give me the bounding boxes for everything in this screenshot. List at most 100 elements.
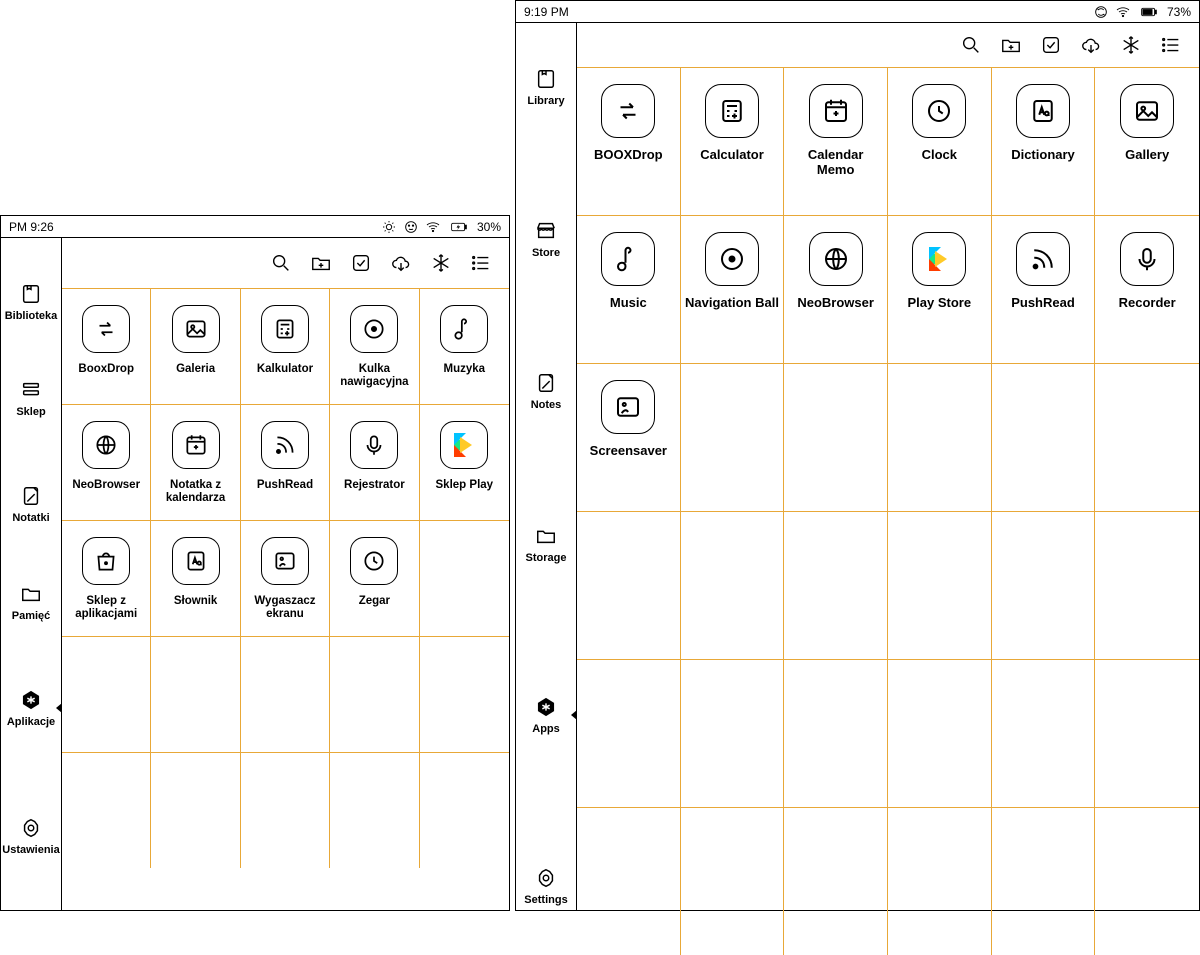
image-icon [172, 305, 220, 353]
app-dict[interactable]: Słownik [151, 520, 240, 636]
app-grid: BOOXDrop Calculator Calendar Memo Clock Dict… [577, 67, 1199, 955]
nav-storage[interactable]: Pamięć [1, 578, 61, 626]
app-label: Calculator [696, 148, 768, 163]
toolbar-freeze-button[interactable] [429, 251, 453, 275]
hex-icon [19, 688, 43, 712]
app-label: Notatka z kalendarza [151, 479, 239, 505]
empty-cell [330, 752, 419, 868]
nav-library[interactable]: Biblioteka [1, 278, 61, 326]
nav-settings[interactable]: Settings [516, 862, 576, 910]
toolbar-list-button[interactable] [1159, 33, 1183, 57]
sidebar: Biblioteka Sklep Notatki Pamięć Aplikacje Ust… [1, 238, 61, 910]
nav-label: Store [530, 247, 562, 259]
app-image[interactable]: Gallery [1095, 67, 1199, 215]
dict-icon [172, 537, 220, 585]
empty-cell [420, 752, 509, 868]
nav-notes[interactable]: Notes [516, 367, 576, 415]
app-calendar[interactable]: Notatka z kalendarza [151, 404, 240, 520]
app-mic[interactable]: Rejestrator [330, 404, 419, 520]
app-bag[interactable]: Sklep z aplikacjami [62, 520, 151, 636]
app-rss[interactable]: PushRead [241, 404, 330, 520]
nav-store[interactable]: Sklep [1, 374, 61, 422]
app-label: Słownik [170, 595, 221, 608]
toolbar [577, 23, 1199, 67]
toolbar-search-button[interactable] [959, 33, 983, 57]
globe-icon [82, 421, 130, 469]
dict-icon [1016, 84, 1070, 138]
mic-icon [350, 421, 398, 469]
app-calc[interactable]: Kalkulator [241, 288, 330, 404]
sun-icon [381, 219, 397, 235]
app-calendar[interactable]: Calendar Memo [784, 67, 888, 215]
toolbar-select-button[interactable] [1039, 33, 1063, 57]
app-swap[interactable]: BooxDrop [62, 288, 151, 404]
status-time: PM 9:26 [9, 220, 54, 234]
toolbar-list-button[interactable] [469, 251, 493, 275]
app-dict[interactable]: Dictionary [992, 67, 1096, 215]
nav-apps[interactable]: Aplikacje [1, 684, 61, 732]
toolbar-search-button[interactable] [269, 251, 293, 275]
app-calc[interactable]: Calculator [681, 67, 785, 215]
app-mic[interactable]: Recorder [1095, 215, 1199, 363]
empty-cell [681, 363, 785, 511]
toolbar-cloud-button[interactable] [389, 251, 413, 275]
nav-apps[interactable]: Apps [516, 691, 576, 739]
app-image[interactable]: Galeria [151, 288, 240, 404]
nav-store[interactable]: Store [516, 215, 576, 263]
app-screensaver[interactable]: Screensaver [577, 363, 681, 511]
app-clock[interactable]: Zegar [330, 520, 419, 636]
empty-cell [420, 520, 509, 636]
battery-icon [447, 219, 471, 235]
empty-cell [330, 636, 419, 752]
app-music[interactable]: Music [577, 215, 681, 363]
toolbar-select-button[interactable] [349, 251, 373, 275]
app-rss[interactable]: PushRead [992, 215, 1096, 363]
calc-icon [261, 305, 309, 353]
app-label: NeoBrowser [68, 479, 144, 492]
app-dot[interactable]: Kulka nawigacyjna [330, 288, 419, 404]
empty-cell [1095, 807, 1199, 955]
app-label: Kulka nawigacyjna [330, 363, 418, 389]
app-music[interactable]: Muzyka [420, 288, 509, 404]
app-globe[interactable]: NeoBrowser [62, 404, 151, 520]
swap-icon [82, 305, 130, 353]
nav-notes[interactable]: Notatki [1, 480, 61, 528]
battery-icon [1137, 4, 1161, 20]
app-label: Clock [918, 148, 961, 163]
empty-cell [681, 807, 785, 955]
empty-cell [420, 636, 509, 752]
toolbar-cloud-button[interactable] [1079, 33, 1103, 57]
app-dot[interactable]: Navigation Ball [681, 215, 785, 363]
gear-icon [19, 816, 43, 840]
empty-cell [888, 659, 992, 807]
dot-icon [705, 232, 759, 286]
sidebar: Library Store Notes Storage Apps Settings [516, 23, 576, 910]
app-label: Play Store [904, 296, 976, 311]
battery-percent: 30% [477, 220, 501, 234]
app-globe[interactable]: NeoBrowser [784, 215, 888, 363]
empty-cell [1095, 363, 1199, 511]
nav-storage[interactable]: Storage [516, 520, 576, 568]
app-clock[interactable]: Clock [888, 67, 992, 215]
empty-cell [577, 807, 681, 955]
music-icon [601, 232, 655, 286]
nav-label: Apps [530, 723, 562, 735]
app-play[interactable]: Play Store [888, 215, 992, 363]
app-swap[interactable]: BOOXDrop [577, 67, 681, 215]
toolbar-newfolder-button[interactable] [309, 251, 333, 275]
status-bar: 9:19 PM73% [516, 1, 1199, 23]
app-label: Music [606, 296, 651, 311]
app-grid: BooxDrop Galeria KalkulatorKulka nawigacyj… [62, 288, 509, 910]
app-label: NeoBrowser [793, 296, 878, 311]
nav-library[interactable]: Library [516, 63, 576, 111]
toolbar-freeze-button[interactable] [1119, 33, 1143, 57]
app-label: Galeria [172, 363, 219, 376]
nav-settings[interactable]: Ustawienia [1, 812, 61, 860]
mic-icon [1120, 232, 1174, 286]
app-play[interactable]: Sklep Play [420, 404, 509, 520]
app-label: Calendar Memo [784, 148, 887, 178]
empty-cell [681, 511, 785, 659]
app-label: Rejestrator [340, 479, 409, 492]
toolbar-newfolder-button[interactable] [999, 33, 1023, 57]
app-screensaver[interactable]: Wygaszacz ekranu [241, 520, 330, 636]
